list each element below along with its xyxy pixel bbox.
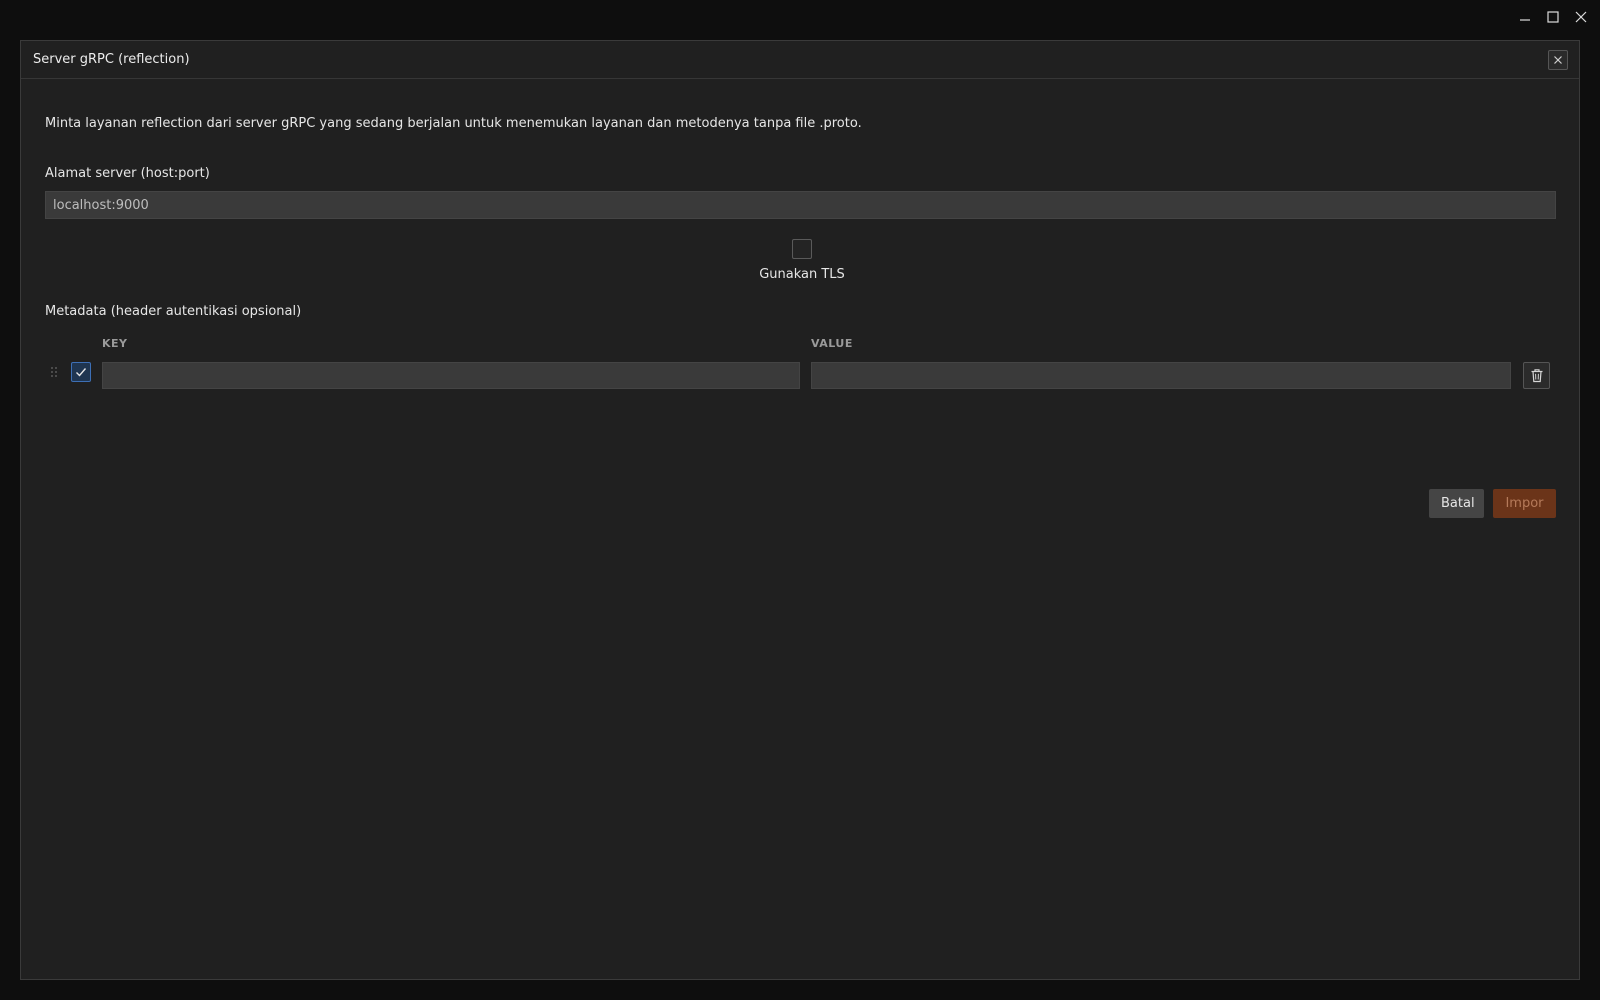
window-close-icon[interactable] bbox=[1570, 6, 1592, 28]
use-tls-label: Gunakan TLS bbox=[759, 267, 845, 282]
dialog-description: Minta layanan reflection dari server gRP… bbox=[45, 116, 862, 131]
metadata-key-header: KEY bbox=[102, 337, 128, 350]
delete-row-button[interactable] bbox=[1523, 362, 1550, 389]
metadata-label: Metadata (header autentikasi opsional) bbox=[45, 304, 302, 319]
trash-icon bbox=[1531, 369, 1542, 383]
close-icon bbox=[1554, 55, 1562, 64]
minimize-icon[interactable] bbox=[1514, 6, 1536, 28]
metadata-key-input[interactable] bbox=[102, 362, 800, 389]
window-controls bbox=[1514, 6, 1592, 28]
drag-handle-icon[interactable] bbox=[50, 364, 58, 378]
metadata-value-input[interactable] bbox=[811, 362, 1511, 389]
maximize-icon[interactable] bbox=[1542, 6, 1564, 28]
use-tls-checkbox[interactable] bbox=[792, 239, 812, 259]
cancel-button[interactable]: Batal bbox=[1429, 489, 1484, 518]
grpc-reflection-dialog: Server gRPC (reflection) Minta layanan r… bbox=[20, 40, 1580, 980]
dialog-title: Server gRPC (reflection) bbox=[33, 52, 190, 67]
dialog-close-button[interactable] bbox=[1548, 49, 1568, 70]
dialog-header: Server gRPC (reflection) bbox=[21, 41, 1579, 79]
metadata-value-header: VALUE bbox=[811, 337, 853, 350]
server-address-input[interactable] bbox=[45, 191, 1556, 219]
server-address-label: Alamat server (host:port) bbox=[45, 166, 210, 181]
metadata-row-enabled-checkbox[interactable] bbox=[71, 362, 91, 382]
import-button[interactable]: Impor bbox=[1493, 489, 1556, 518]
checkmark-icon bbox=[76, 368, 87, 377]
